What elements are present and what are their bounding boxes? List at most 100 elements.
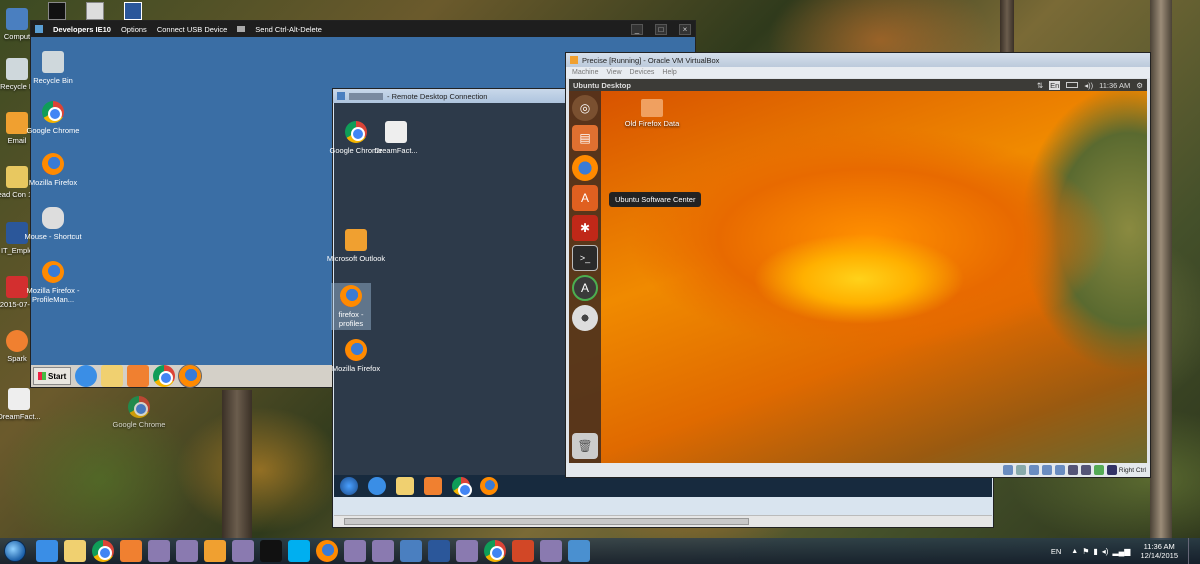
- word-icon[interactable]: [124, 2, 142, 20]
- clock[interactable]: 11:36 AM 12/14/2015: [1140, 542, 1178, 560]
- app-icon[interactable]: [372, 540, 394, 562]
- battery-icon[interactable]: [1066, 82, 1079, 88]
- app-icon[interactable]: [344, 540, 366, 562]
- chrome-icon[interactable]: [153, 365, 176, 387]
- chrome-icon[interactable]: [452, 477, 472, 497]
- ubuntu-desktop-folder[interactable]: Old Firefox Data: [617, 99, 687, 128]
- ie-icon[interactable]: [368, 477, 386, 495]
- firefox-icon[interactable]: [480, 477, 498, 495]
- start-button[interactable]: Start: [33, 367, 72, 385]
- start-orb-icon[interactable]: [4, 540, 26, 562]
- skype-icon[interactable]: [288, 540, 310, 562]
- app-icon[interactable]: [148, 540, 170, 562]
- rdp-icon-firefox[interactable]: Mozilla Firefox: [326, 339, 386, 373]
- signal-icon[interactable]: ▂▄▆: [1112, 547, 1130, 556]
- chrome-icon[interactable]: [92, 540, 114, 562]
- ie10-title-bar[interactable]: Developers IE10 Options Connect USB Devi…: [31, 21, 695, 37]
- vm-icon-chrome[interactable]: Google Chrome: [23, 101, 83, 135]
- desktop-icon-chrome-floating[interactable]: Google Chrome: [112, 396, 166, 429]
- menu-connect-usb[interactable]: Connect USB Device: [157, 25, 227, 34]
- mouse-integration-icon[interactable]: [1093, 465, 1104, 475]
- app-icon[interactable]: [540, 540, 562, 562]
- rdp-title: - Remote Desktop Connection: [387, 91, 488, 101]
- gear-icon[interactable]: ⚙: [1136, 81, 1143, 90]
- ubuntu-launcher: ◎ ▤ A ✱ >_ A 🗑: [569, 91, 601, 463]
- firefox-icon[interactable]: [572, 155, 598, 181]
- ubuntu-tooltip: Ubuntu Software Center: [609, 192, 702, 207]
- explorer-icon[interactable]: [64, 540, 86, 562]
- media-player-icon[interactable]: [424, 477, 442, 495]
- host-key-icon[interactable]: [1106, 465, 1117, 475]
- volume-icon[interactable]: ◂): [1102, 547, 1109, 556]
- app-icon[interactable]: [232, 540, 254, 562]
- dash-icon[interactable]: ◎: [572, 95, 598, 121]
- menu-options[interactable]: Options: [121, 25, 147, 34]
- explorer-icon[interactable]: [396, 477, 414, 495]
- start-label: Start: [48, 371, 67, 381]
- update-manager-icon[interactable]: A: [572, 275, 598, 301]
- input-language[interactable]: EN: [1051, 547, 1061, 556]
- app-icon[interactable]: [86, 2, 104, 20]
- power-icon[interactable]: ▮: [1093, 547, 1097, 556]
- word-icon[interactable]: [428, 540, 450, 562]
- files-icon[interactable]: ▤: [572, 125, 598, 151]
- desktop-icon-dreamfactory[interactable]: DreamFact...: [0, 388, 46, 421]
- firefox-icon[interactable]: [316, 540, 338, 562]
- volume-icon[interactable]: ◂)): [1084, 81, 1093, 90]
- menu-view[interactable]: View: [606, 69, 621, 76]
- app-icon[interactable]: [456, 540, 478, 562]
- menu-devices[interactable]: Devices: [630, 69, 655, 76]
- virtualbox-icon[interactable]: [400, 540, 422, 562]
- usb-icon[interactable]: [1028, 465, 1039, 475]
- rdp-icon-dreamfactory[interactable]: DreamFact...: [366, 121, 426, 155]
- ie-icon[interactable]: [36, 540, 58, 562]
- outlook-icon[interactable]: [204, 540, 226, 562]
- network-arrows-icon[interactable]: ⇅: [1037, 81, 1043, 90]
- show-desktop-button[interactable]: [1188, 538, 1196, 564]
- maximize-button[interactable]: □: [655, 23, 667, 35]
- firefox-icon[interactable]: [178, 364, 203, 388]
- powerpoint-icon[interactable]: [512, 540, 534, 562]
- start-orb-icon[interactable]: [340, 477, 358, 495]
- rdp-icon-firefox-profiles[interactable]: firefox - profiles: [331, 283, 371, 330]
- display-icon[interactable]: [1067, 465, 1078, 475]
- network-icon[interactable]: [568, 540, 590, 562]
- ubuntu-clock[interactable]: 11:36 AM: [1099, 81, 1130, 90]
- trash-icon[interactable]: 🗑: [572, 433, 598, 459]
- terminal-icon[interactable]: >_: [572, 245, 598, 271]
- vm-icon-firefox[interactable]: Mozilla Firefox: [23, 153, 83, 187]
- media-player-icon[interactable]: [127, 365, 150, 387]
- vm-icon-firefox-profile[interactable]: Mozilla Firefox - ProfileMan...: [23, 261, 83, 304]
- cmd-icon[interactable]: [48, 2, 66, 20]
- ubuntu-screen[interactable]: Ubuntu Desktop ⇅ En ◂)) 11:36 AM ⚙ ◎ ▤ A…: [569, 79, 1147, 463]
- minimize-button[interactable]: _: [631, 23, 643, 35]
- settings-icon[interactable]: ✱: [572, 215, 598, 241]
- shared-folders-icon[interactable]: [1041, 465, 1052, 475]
- vm-icon-mouse[interactable]: Mouse - Shortcut: [23, 207, 83, 241]
- keyboard-layout-indicator[interactable]: En: [1049, 80, 1061, 90]
- chrome-icon[interactable]: [484, 540, 506, 562]
- cmd-icon[interactable]: [260, 540, 282, 562]
- ie-icon[interactable]: [75, 365, 98, 387]
- action-center-icon[interactable]: ⚑: [1082, 547, 1089, 556]
- vm-icon-recycle-bin[interactable]: Recycle Bin: [23, 51, 83, 85]
- video-capture-icon[interactable]: [1080, 465, 1091, 475]
- media-player-icon[interactable]: [120, 540, 142, 562]
- explorer-icon[interactable]: [101, 365, 124, 387]
- optical-drive-icon[interactable]: [1015, 465, 1026, 475]
- network-icon[interactable]: [1054, 465, 1065, 475]
- tray-chevron-icon[interactable]: ▲: [1071, 548, 1078, 555]
- virtualbox-window[interactable]: Precise [Running] - Oracle VM VirtualBox…: [565, 52, 1151, 478]
- menu-machine[interactable]: Machine: [572, 69, 598, 76]
- disc-icon[interactable]: [572, 305, 598, 331]
- software-center-icon[interactable]: A: [572, 185, 598, 211]
- hard-disk-icon[interactable]: [1002, 465, 1013, 475]
- app-icon[interactable]: [176, 540, 198, 562]
- menu-help[interactable]: Help: [662, 69, 676, 76]
- menu-send-ctrl-alt-delete[interactable]: Send Ctrl-Alt-Delete: [255, 25, 322, 34]
- rdp-horizontal-scrollbar[interactable]: [334, 515, 992, 527]
- rdp-icon-outlook[interactable]: Microsoft Outlook: [326, 229, 386, 263]
- close-button[interactable]: ×: [679, 23, 691, 35]
- scrollbar-thumb[interactable]: [344, 518, 749, 525]
- vbox-title-bar[interactable]: Precise [Running] - Oracle VM VirtualBox: [566, 53, 1150, 67]
